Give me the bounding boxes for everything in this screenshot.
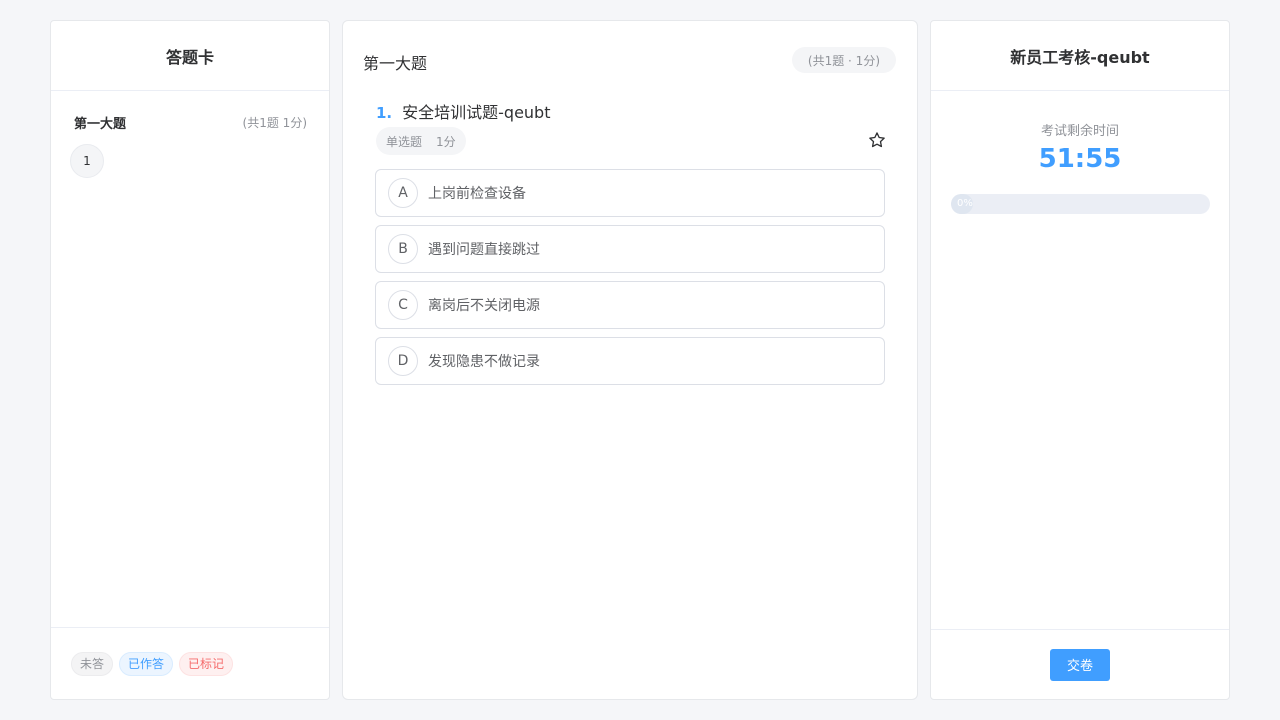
exam-footer: 交卷 xyxy=(931,629,1229,699)
answer-card-legend: 未答 已作答 已标记 xyxy=(51,627,329,699)
answer-card-section-title: 第一大题 xyxy=(74,117,127,132)
option-letter: C xyxy=(388,290,418,320)
exam-title: 新员工考核-qeubt xyxy=(931,21,1229,91)
question-number-button[interactable]: 1 xyxy=(70,144,104,178)
option-letter: D xyxy=(388,346,418,376)
progress-bar: 0% xyxy=(951,194,1210,214)
option-a[interactable]: A 上岗前检查设备 xyxy=(375,169,885,217)
answer-card-title: 答题卡 xyxy=(51,21,329,91)
legend-marked: 已标记 xyxy=(179,651,234,676)
answer-card-section: 第一大题 (共1题 1分) xyxy=(74,113,307,132)
option-text: 离岗后不关闭电源 xyxy=(428,298,540,314)
answer-card-panel: 答题卡 第一大题 (共1题 1分) 1 未答 已作答 已标记 xyxy=(50,20,330,700)
star-outline-icon[interactable] xyxy=(867,130,887,150)
option-b[interactable]: B 遇到问题直接跳过 xyxy=(375,225,885,273)
question-text: 安全培训试题-qeubt xyxy=(402,103,551,122)
exam-info-panel: 新员工考核-qeubt 考试剩余时间 51:55 0% 交卷 xyxy=(930,20,1230,700)
question-score: 1分 xyxy=(436,134,456,149)
question-panel: 第一大题 (共1题 · 1分) 1. 安全培训试题-qeubt 单选题 1分 A… xyxy=(342,20,918,700)
legend-answered: 已作答 xyxy=(119,651,174,676)
option-text: 发现隐患不做记录 xyxy=(428,354,540,370)
option-text: 上岗前检查设备 xyxy=(428,186,526,202)
question-header: 1. 安全培训试题-qeubt xyxy=(376,99,551,123)
option-c[interactable]: C 离岗后不关闭电源 xyxy=(375,281,885,329)
option-letter: B xyxy=(388,234,418,264)
section-title: 第一大题 xyxy=(363,54,428,73)
time-remaining-label: 考试剩余时间 xyxy=(1040,124,1119,139)
answer-card-section-meta: (共1题 1分) xyxy=(242,116,307,130)
option-d[interactable]: D 发现隐患不做记录 xyxy=(375,337,885,385)
question-number: 1. xyxy=(376,104,393,122)
question-type: 单选题 xyxy=(386,134,423,149)
option-text: 遇到问题直接跳过 xyxy=(428,242,540,258)
section-meta-badge: (共1题 · 1分) xyxy=(791,47,896,73)
submit-exam-button[interactable]: 交卷 xyxy=(1050,648,1110,681)
legend-unanswered: 未答 xyxy=(71,651,114,676)
countdown-timer: 51:55 xyxy=(1038,144,1122,174)
progress-fill: 0% xyxy=(951,194,973,214)
option-letter: A xyxy=(388,178,418,208)
question-type-tag: 单选题 1分 xyxy=(376,127,466,155)
